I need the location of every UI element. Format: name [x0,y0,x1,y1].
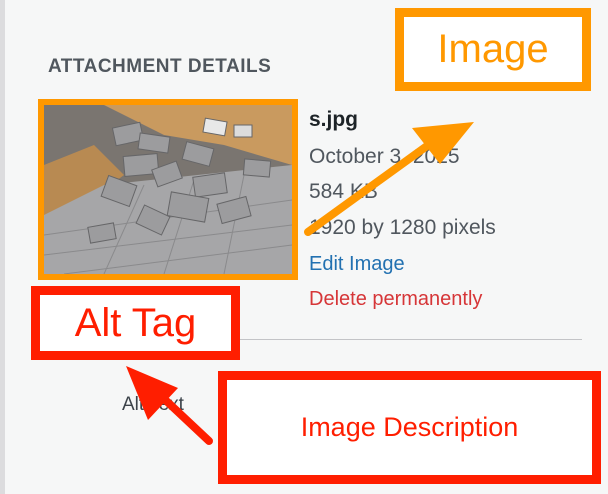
attachment-date: October 3, 2025 [309,145,460,168]
paving-stones-image [44,105,292,274]
attachment-dimensions: 1920 by 1280 pixels [309,216,496,239]
delete-permanently-link[interactable]: Delete permanently [309,288,482,311]
attachment-filename: s.jpg [309,108,359,131]
section-heading: ATTACHMENT DETAILS [48,56,272,77]
image-annotation-box: Image [395,8,591,91]
alt-tag-annotation-box: Alt Tag [31,286,240,360]
edit-image-link[interactable]: Edit Image [309,253,405,276]
attachment-thumbnail[interactable] [38,99,298,280]
alt-text-label: Alt Text [122,394,184,415]
image-description-annotation-label: Image Description [300,412,519,442]
sidebar-border [0,0,5,494]
alt-tag-annotation-label: Alt Tag [74,300,197,345]
image-description-annotation-box: Image Description [218,371,601,484]
image-annotation-label: Image [437,27,549,71]
attachment-filesize: 584 KB [309,180,378,203]
